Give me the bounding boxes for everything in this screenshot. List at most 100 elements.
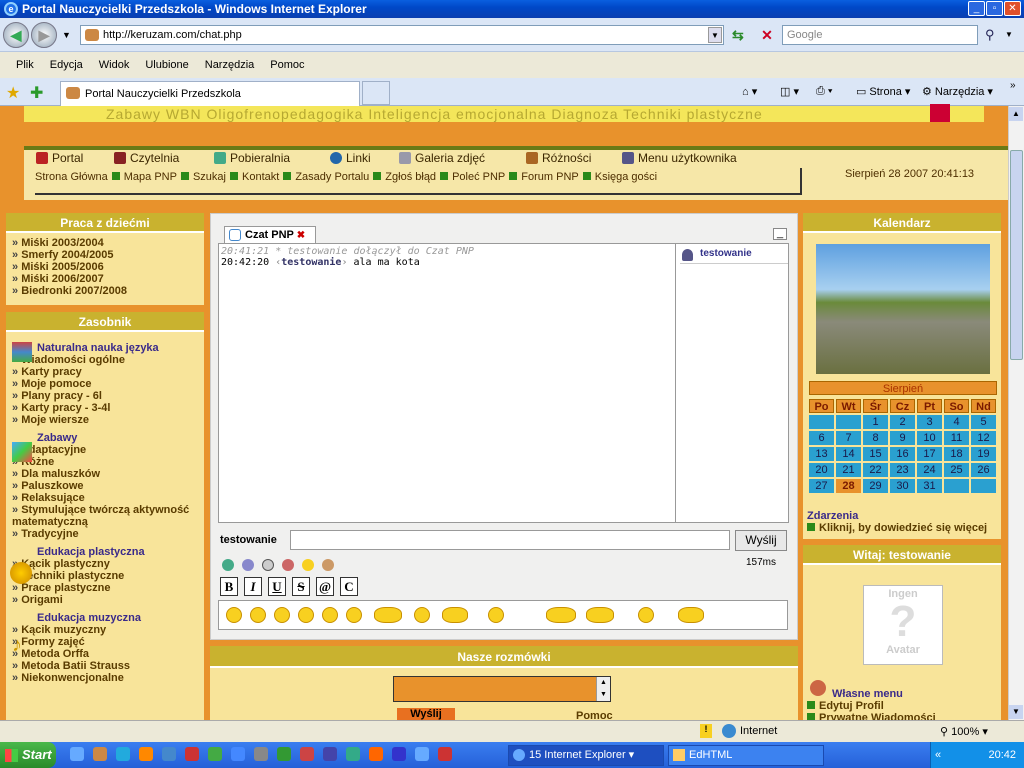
smiley-icon[interactable] bbox=[322, 607, 338, 623]
person-icon[interactable] bbox=[322, 559, 334, 571]
url-input[interactable]: http://keruzam.com/chat.php bbox=[80, 25, 724, 45]
link-miski-2003[interactable]: Miśki 2003/2004 bbox=[12, 237, 200, 249]
print-icon[interactable]: ⎙ ▾ bbox=[816, 85, 832, 98]
calendar-day[interactable]: 1 bbox=[863, 415, 888, 429]
calendar-day[interactable]: 5 bbox=[971, 415, 996, 429]
quick-launch-icon[interactable] bbox=[116, 747, 130, 761]
chat-message-input[interactable] bbox=[290, 530, 730, 550]
quick-launch-icon[interactable] bbox=[208, 747, 222, 761]
list-item[interactable]: Moje wiersze bbox=[12, 414, 200, 426]
calendar-day[interactable]: 10 bbox=[917, 431, 942, 445]
shoutbox-input[interactable]: ▲ ▼ bbox=[393, 676, 611, 702]
warning-icon[interactable]: ! bbox=[700, 724, 712, 738]
link-miski-2006[interactable]: Miśki 2006/2007 bbox=[12, 273, 200, 285]
list-item[interactable]: Moje pomoce bbox=[12, 378, 200, 390]
browser-tab[interactable]: Portal Nauczycielki Przedszkola bbox=[60, 81, 360, 106]
calendar-day[interactable]: 21 bbox=[836, 463, 861, 477]
nav-portal[interactable]: Portal bbox=[36, 151, 83, 165]
search-icon[interactable]: ⚲ bbox=[985, 27, 995, 43]
feeds-icon[interactable]: ◫ ▾ bbox=[780, 85, 799, 98]
sublink-zasady[interactable]: Zasady Portalu bbox=[295, 171, 369, 183]
scroll-down-icon[interactable]: ▼ bbox=[1009, 705, 1023, 719]
calendar-day[interactable]: 20 bbox=[809, 463, 834, 477]
list-item[interactable]: Kącik plastyczny bbox=[12, 558, 200, 570]
close-button[interactable]: ✕ bbox=[1004, 1, 1021, 16]
quick-launch-icon[interactable] bbox=[438, 747, 452, 761]
refresh-icon[interactable]: ⇆ bbox=[732, 27, 750, 45]
quick-launch-icon[interactable] bbox=[93, 747, 107, 761]
section-plastyczna[interactable]: Edukacja plastyczna bbox=[12, 546, 200, 558]
sublink-zglos-blad[interactable]: Zgłoś błąd bbox=[385, 171, 436, 183]
smiley-icon[interactable] bbox=[442, 607, 468, 623]
section-zabawy[interactable]: Zabawy bbox=[12, 432, 200, 444]
list-item[interactable]: Techniki plastyczne bbox=[12, 570, 200, 582]
section-nauka-jezyka[interactable]: Naturalna nauka języka bbox=[12, 342, 200, 354]
minimize-button[interactable]: _ bbox=[968, 1, 985, 16]
smiley-icon[interactable] bbox=[346, 607, 362, 623]
smiley-icon[interactable] bbox=[586, 607, 614, 623]
calendar-today[interactable]: 28 bbox=[836, 479, 861, 493]
calendar-day[interactable]: 3 bbox=[917, 415, 942, 429]
smiley-icon[interactable] bbox=[638, 607, 654, 623]
sublink-ksiega[interactable]: Księga gości bbox=[595, 171, 657, 183]
tray-expand-icon[interactable]: « bbox=[935, 742, 941, 768]
back-button[interactable]: ◀ bbox=[3, 22, 29, 48]
list-item[interactable]: Formy zajęć bbox=[12, 636, 200, 648]
chat-user[interactable]: testowanie bbox=[700, 248, 752, 259]
quick-launch-icon[interactable] bbox=[369, 747, 383, 761]
users-icon[interactable] bbox=[242, 559, 254, 571]
calendar-day[interactable]: 17 bbox=[917, 447, 942, 461]
private-messages-link[interactable]: Prywatne Wiadomości bbox=[807, 712, 936, 720]
quick-launch-icon[interactable] bbox=[70, 747, 84, 761]
calendar-day[interactable]: 19 bbox=[971, 447, 996, 461]
calendar-day[interactable]: 25 bbox=[944, 463, 969, 477]
events-link[interactable]: Kliknij, by dowiedzieć się więcej bbox=[807, 522, 987, 534]
nav-galeria[interactable]: Galeria zdjęć bbox=[399, 151, 485, 165]
url-dropdown-icon[interactable]: ▼ bbox=[708, 27, 722, 43]
list-item[interactable]: Niekonwencjonalne bbox=[12, 672, 200, 684]
sublink-szukaj[interactable]: Szukaj bbox=[193, 171, 226, 183]
calendar-day[interactable]: 24 bbox=[917, 463, 942, 477]
sublink-strona-glowna[interactable]: Strona Główna bbox=[35, 171, 108, 183]
sublink-kontakt[interactable]: Kontakt bbox=[242, 171, 279, 183]
list-item[interactable]: Relaksujące bbox=[12, 492, 200, 504]
list-item[interactable]: Adaptacyjne bbox=[12, 444, 200, 456]
scrollbar-thumb[interactable] bbox=[1010, 150, 1023, 360]
scroll-up-icon[interactable]: ▲ bbox=[1009, 107, 1023, 121]
list-item[interactable]: Różne bbox=[12, 456, 200, 468]
quick-launch-icon[interactable] bbox=[415, 747, 429, 761]
list-item[interactable]: Wiadomości ogólne bbox=[12, 354, 200, 366]
calendar-day[interactable]: 13 bbox=[809, 447, 834, 461]
underline-button[interactable]: U bbox=[268, 577, 286, 596]
link-miski-2005[interactable]: Miśki 2005/2006 bbox=[12, 261, 200, 273]
calendar-day[interactable]: 7 bbox=[836, 431, 861, 445]
maximize-button[interactable]: ▫ bbox=[986, 1, 1003, 16]
calendar-day[interactable]: 15 bbox=[863, 447, 888, 461]
list-item[interactable]: Paluszkowe bbox=[12, 480, 200, 492]
quick-launch-icon[interactable] bbox=[392, 747, 406, 761]
smiley-icon[interactable] bbox=[226, 607, 242, 623]
zoom-level[interactable]: ⚲ 100% ▾ bbox=[940, 725, 988, 738]
calendar-day[interactable]: 14 bbox=[836, 447, 861, 461]
calendar-day[interactable]: 30 bbox=[890, 479, 915, 493]
calendar-day[interactable]: 9 bbox=[890, 431, 915, 445]
list-item[interactable]: Karty pracy - 3-4l bbox=[12, 402, 200, 414]
nav-pobieralnia[interactable]: Pobieralnia bbox=[214, 151, 290, 165]
nav-menu-uzytkownika[interactable]: Menu użytkownika bbox=[622, 151, 737, 165]
calendar-day[interactable]: 16 bbox=[890, 447, 915, 461]
menu-ulubione[interactable]: Ulubione bbox=[145, 59, 188, 71]
chat-send-button[interactable]: Wyślij bbox=[735, 530, 787, 551]
calendar-day[interactable]: 12 bbox=[971, 431, 996, 445]
sound-icon[interactable] bbox=[282, 559, 294, 571]
strike-button[interactable]: S bbox=[292, 577, 310, 596]
minimize-chat-button[interactable]: _ bbox=[773, 228, 787, 240]
search-input[interactable]: Google bbox=[782, 25, 978, 45]
quick-launch-icon[interactable] bbox=[231, 747, 245, 761]
smiley-icon[interactable] bbox=[302, 559, 314, 571]
quick-launch-icon[interactable] bbox=[139, 747, 153, 761]
calendar-day[interactable]: 2 bbox=[890, 415, 915, 429]
nav-linki[interactable]: Linki bbox=[330, 151, 371, 165]
smiley-icon[interactable] bbox=[250, 607, 266, 623]
quick-launch-icon[interactable] bbox=[162, 747, 176, 761]
list-item[interactable]: Tradycyjne bbox=[12, 528, 200, 540]
